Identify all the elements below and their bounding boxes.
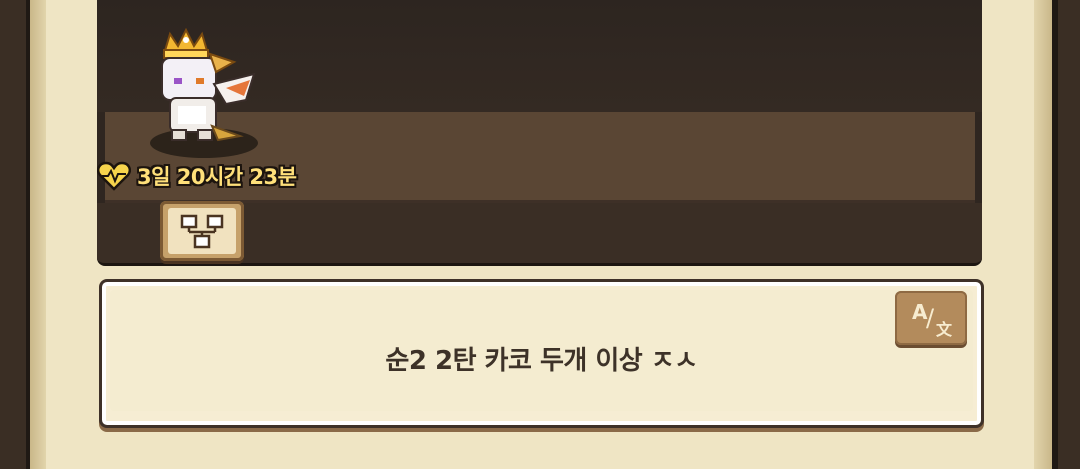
family-tree-button[interactable] bbox=[160, 201, 244, 261]
translate-glyph-wen: 文 bbox=[936, 320, 953, 339]
chat-message-text: 순2 2탄 카코 두개 이상 ㅈㅅ bbox=[385, 346, 698, 376]
translate-button[interactable]: A / 文 bbox=[895, 291, 967, 345]
family-tree-icon bbox=[180, 214, 224, 249]
pet-sprite-icon[interactable] bbox=[156, 28, 260, 148]
pet-timer-text: 3일 20시간 23분 bbox=[137, 165, 297, 189]
chat-message-inner: 순2 2탄 카코 두개 이상 ㅈㅅ bbox=[110, 290, 973, 411]
left-frame bbox=[0, 0, 48, 469]
chat-message-box: 순2 2탄 카코 두개 이상 ㅈㅅ bbox=[99, 279, 984, 428]
pet-timer: 3일 20시간 23분 bbox=[97, 159, 297, 193]
right-frame bbox=[1032, 0, 1080, 469]
translate-glyph-slash: / bbox=[926, 304, 935, 332]
family-tree-button-face bbox=[168, 208, 236, 254]
heart-pulse-icon bbox=[97, 161, 131, 191]
translate-icon: A / 文 bbox=[904, 298, 958, 339]
